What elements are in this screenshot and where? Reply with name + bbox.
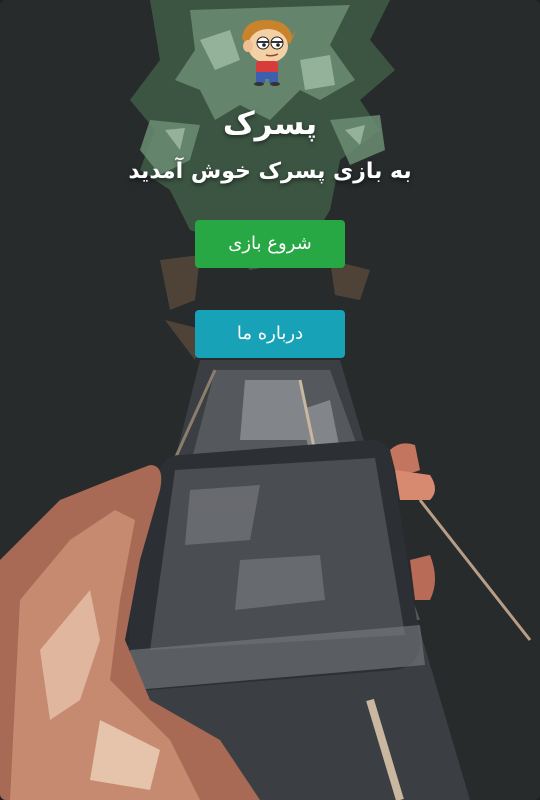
game-title: پسرک — [222, 106, 318, 142]
about-us-button[interactable]: درباره ما — [195, 310, 345, 358]
game-start-screen: پسرک به بازی پسرک خوش آمدید شروع بازی در… — [0, 0, 540, 800]
welcome-message: به بازی پسرک خوش آمدید — [128, 159, 412, 184]
start-game-button[interactable]: شروع بازی — [195, 220, 345, 268]
cartoon-boy-icon — [242, 20, 296, 86]
